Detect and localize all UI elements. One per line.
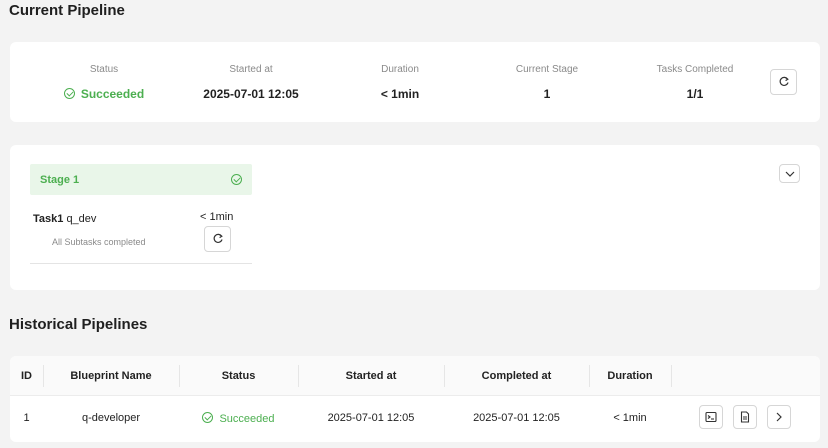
metric-stage-value: 1	[543, 87, 551, 101]
metric-tasks-value: 1/1	[686, 87, 704, 101]
metric-stage-label: Current Stage	[515, 64, 579, 75]
collapse-stages-button[interactable]	[779, 164, 800, 183]
terminal-icon	[705, 411, 717, 423]
stage-name: Stage 1	[40, 174, 80, 186]
check-circle-icon	[231, 174, 242, 185]
current-pipeline-summary: Status Succeeded Started at 2025-07-01 1…	[10, 42, 820, 122]
refresh-pipeline-button[interactable]	[770, 69, 797, 95]
historical-pipelines-title: Historical Pipelines	[9, 316, 148, 333]
row-duration: < 1min	[613, 412, 647, 424]
view-logs-button[interactable]	[699, 405, 723, 429]
check-circle-icon	[63, 88, 75, 99]
task-duration: < 1min	[200, 211, 234, 223]
metric-duration-label: Duration	[381, 64, 419, 75]
metric-status-label: Status	[89, 64, 119, 75]
metric-started-label: Started at	[229, 64, 273, 75]
metric-status-value: Succeeded	[39, 87, 169, 101]
document-icon	[740, 411, 750, 423]
current-pipeline-title: Current Pipeline	[9, 2, 125, 19]
chevron-down-icon	[785, 171, 794, 177]
metric-tasks-label: Tasks Completed	[656, 64, 734, 75]
view-details-button[interactable]	[733, 405, 757, 429]
metric-duration-value: < 1min	[380, 87, 420, 101]
col-divider	[671, 365, 672, 387]
row-completed-at: 2025-07-01 12:05	[473, 412, 560, 424]
row-id: 1	[23, 412, 30, 424]
col-status: Status	[221, 370, 256, 382]
task-title: Task1 q_dev	[33, 213, 96, 225]
row-blueprint-name: q-developer	[81, 412, 141, 424]
row-status-text: Succeeded	[219, 413, 275, 425]
chevron-right-icon	[776, 412, 782, 422]
stages-panel: Stage 1 Task1 q_dev < 1min All Subtasks …	[10, 145, 820, 290]
col-duration: Duration	[607, 370, 653, 382]
metric-started-value: 2025-07-01 12:05	[203, 87, 299, 101]
task-divider	[30, 263, 252, 264]
stage-header[interactable]: Stage 1	[30, 164, 252, 195]
status-text: Succeeded	[80, 87, 145, 101]
row-status: Succeeded	[179, 412, 298, 425]
open-pipeline-button[interactable]	[767, 405, 791, 429]
task-id: Task1	[33, 213, 64, 225]
row-started-at: 2025-07-01 12:05	[327, 412, 415, 424]
task-name: q_dev	[66, 213, 97, 225]
refresh-icon	[213, 233, 223, 243]
refresh-icon	[779, 76, 789, 86]
col-blueprint-name: Blueprint Name	[70, 370, 152, 382]
rerun-task-button[interactable]	[204, 226, 231, 252]
col-id: ID	[21, 370, 32, 382]
col-started-at: Started at	[345, 370, 397, 382]
check-circle-icon	[202, 412, 214, 423]
col-completed-at: Completed at	[481, 370, 552, 382]
task-subtitle: All Subtasks completed	[52, 237, 146, 247]
historical-pipelines-table: ID Blueprint Name Status Started at Comp…	[10, 356, 820, 442]
